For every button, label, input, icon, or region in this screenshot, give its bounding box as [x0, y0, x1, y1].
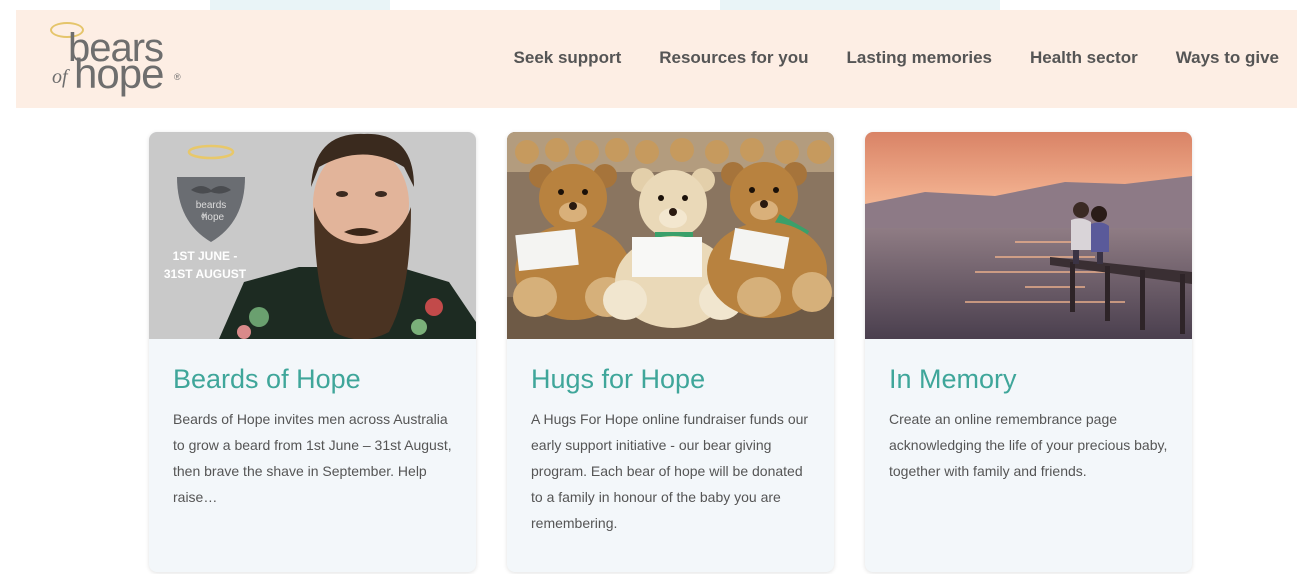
site-header: bears of hope ® Seek support Resources f… — [16, 10, 1297, 108]
nav-health-sector[interactable]: Health sector — [1030, 48, 1138, 68]
card-description: Beards of Hope invites men across Austra… — [173, 411, 452, 505]
hugs-for-hope-image[interactable] — [507, 132, 834, 339]
main-nav: Seek support Resources for you Lasting m… — [514, 48, 1279, 68]
card-hugs-for-hope[interactable]: Hugs for Hope A Hugs For Hope online fun… — [507, 132, 834, 572]
badge-text-beards: beards — [196, 200, 227, 211]
logo-registered-mark: ® — [174, 72, 181, 82]
nav-resources-for-you[interactable]: Resources for you — [659, 48, 808, 68]
nav-seek-support[interactable]: Seek support — [514, 48, 622, 68]
card-in-memory[interactable]: In Memory Create an online remembrance p… — [865, 132, 1192, 572]
bears-of-hope-logo[interactable]: bears of hope ® — [34, 16, 194, 106]
nav-ways-to-give[interactable]: Ways to give — [1176, 48, 1279, 68]
logo-word-of: of — [52, 66, 68, 88]
card-title[interactable]: Hugs for Hope — [531, 364, 705, 395]
date-line-1: 1ST JUNE - — [173, 249, 238, 263]
top-strip-band — [210, 0, 390, 10]
badge-text-hope: hope — [202, 212, 225, 223]
card-description: A Hugs For Hope online fundraiser funds … — [531, 411, 809, 531]
top-strip — [0, 0, 1297, 10]
card-beards-of-hope[interactable]: beards of hope 1ST JUNE - 31ST AUGUST Be… — [149, 132, 476, 572]
date-line-2: 31ST AUGUST — [164, 267, 247, 281]
card-title[interactable]: In Memory — [889, 364, 1017, 395]
beards-of-hope-image[interactable]: beards of hope 1ST JUNE - 31ST AUGUST — [149, 132, 476, 339]
in-memory-image[interactable] — [865, 132, 1192, 339]
card-description: Create an online remembrance page acknow… — [889, 411, 1168, 479]
card-title[interactable]: Beards of Hope — [173, 364, 361, 395]
logo-word-hope: hope — [74, 50, 164, 97]
nav-lasting-memories[interactable]: Lasting memories — [847, 48, 993, 68]
top-strip-band — [720, 0, 1000, 10]
